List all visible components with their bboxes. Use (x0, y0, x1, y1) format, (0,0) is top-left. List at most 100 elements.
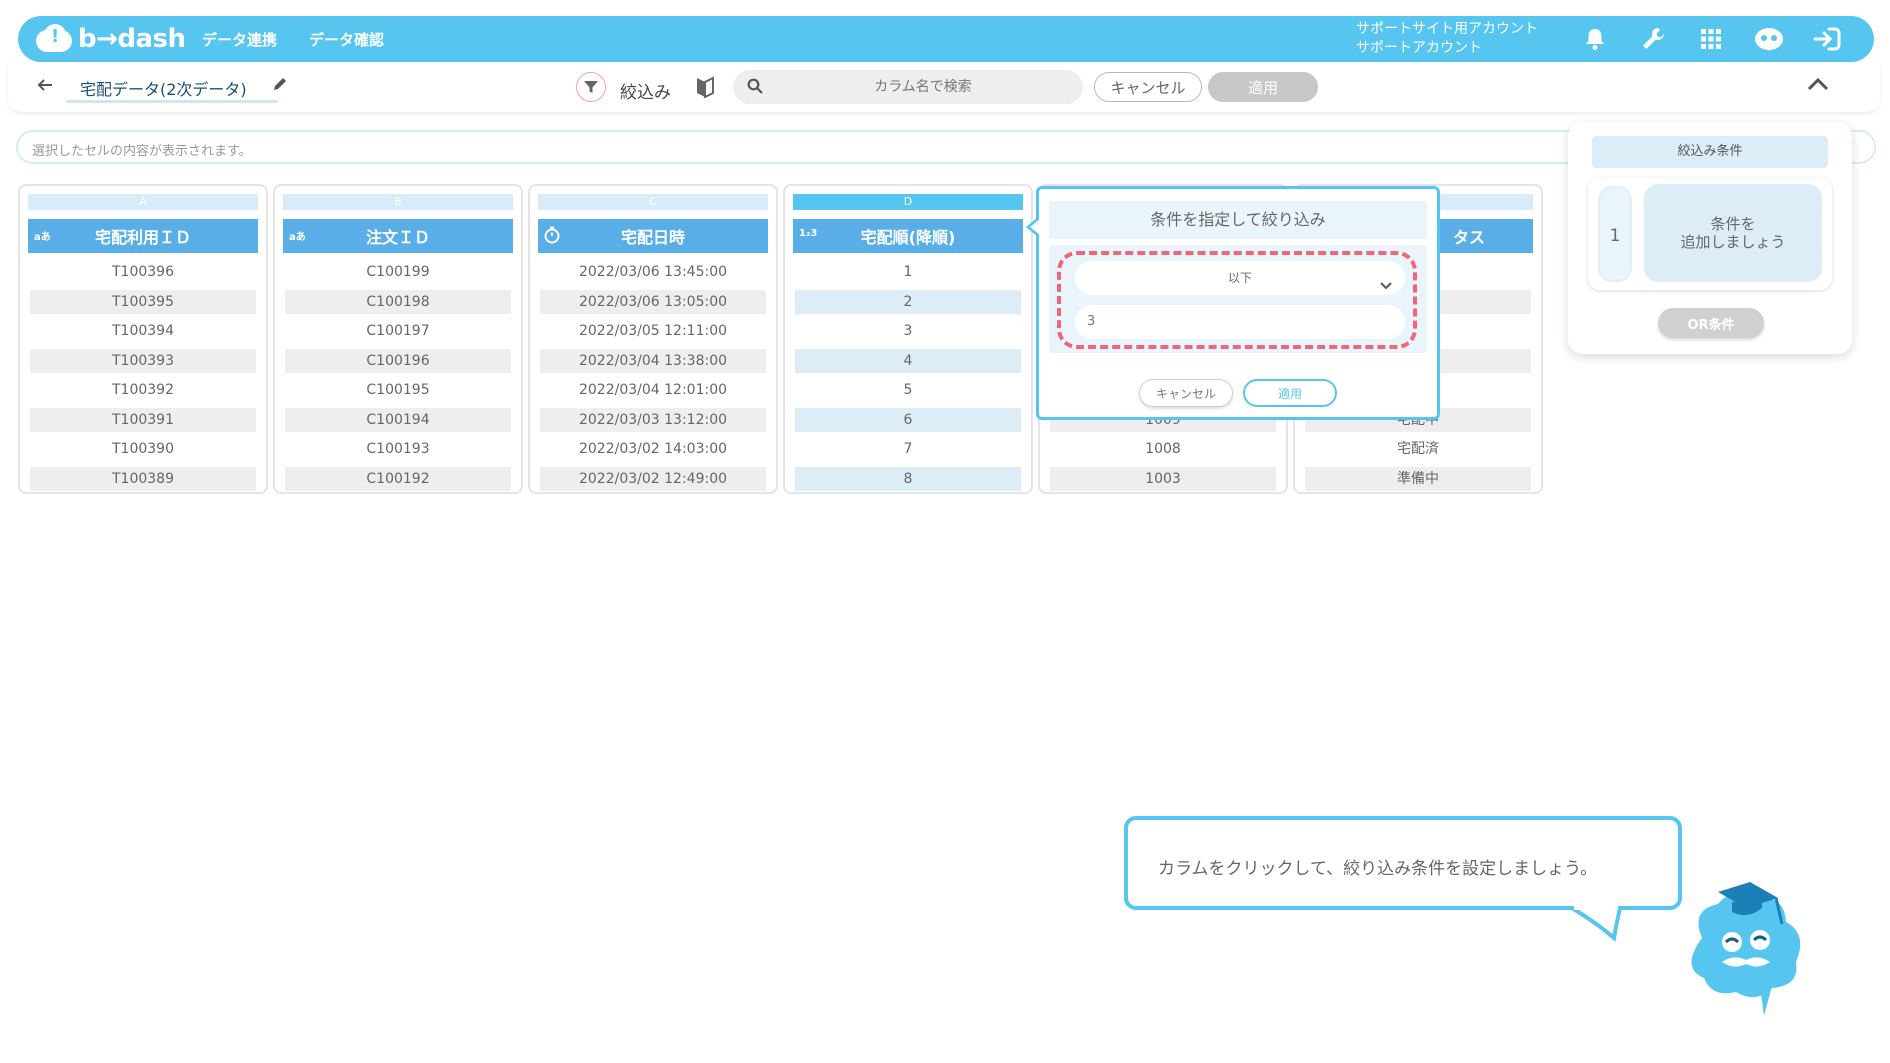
table-cell[interactable]: 1 (795, 260, 1021, 284)
filter-conditions-panel: 絞込み条件 1 条件を 追加しましょう OR条件 (1568, 122, 1852, 354)
table-cell[interactable]: 6 (795, 407, 1021, 432)
table-cell[interactable]: T100394 (30, 319, 256, 343)
bell-icon[interactable] (1578, 24, 1612, 54)
account-type: サポートサイト用アカウント (1356, 21, 1538, 37)
column-header[interactable]: 宅配日時 (538, 219, 768, 253)
table-cell[interactable]: C100192 (285, 466, 511, 491)
table-cell[interactable]: T100395 (30, 289, 256, 314)
table-cell[interactable]: 4 (795, 348, 1021, 373)
cancel-button[interactable]: キャンセル (1094, 72, 1202, 102)
table-cell[interactable]: 2022/03/06 13:05:00 (540, 289, 766, 314)
table-cell[interactable]: T100392 (30, 378, 256, 402)
table-cell[interactable]: 2022/03/05 12:11:00 (540, 319, 766, 343)
header-icons (1578, 24, 1844, 54)
condition-group-card: 1 条件を 追加しましょう (1588, 178, 1832, 290)
logo-text: b→dash (78, 24, 186, 54)
table-cell[interactable]: C100193 (285, 437, 511, 461)
table-cell[interactable]: 準備中 (1305, 466, 1531, 491)
bubble-tail (1570, 906, 1622, 942)
table-cell[interactable]: C100197 (285, 319, 511, 343)
table-cell[interactable]: 2 (795, 289, 1021, 314)
column-search-input[interactable] (773, 70, 1073, 104)
table-cell[interactable]: T100393 (30, 348, 256, 373)
add-condition-button[interactable]: 条件を 追加しましょう (1644, 184, 1822, 282)
table-cell[interactable]: C100195 (285, 378, 511, 402)
beginner-mark-icon[interactable] (696, 76, 714, 99)
table-cell[interactable]: 3 (795, 319, 1021, 343)
table-cell[interactable]: 宅配済 (1305, 437, 1531, 461)
toolbar: 宅配データ(2次データ) 絞込み キャンセル 適用 (8, 62, 1880, 112)
nav-data-check[interactable]: データ確認 (309, 29, 384, 50)
column-name: タス (1453, 228, 1486, 247)
table-cell[interactable]: 2022/03/04 12:01:00 (540, 378, 766, 402)
column-name: 宅配利用ＩＤ (94, 228, 191, 247)
back-arrow-icon[interactable] (36, 76, 56, 96)
popover-apply-button[interactable]: 適用 (1243, 379, 1337, 407)
account-info[interactable]: サポートサイト用アカウント サポートアカウント (1356, 20, 1538, 58)
column-letter: D (793, 194, 1023, 210)
table-cell[interactable]: 1003 (1050, 466, 1276, 491)
or-condition-button[interactable]: OR条件 (1658, 308, 1764, 338)
column-letter: A (28, 194, 258, 210)
chevron-up-icon[interactable] (1806, 76, 1830, 96)
text-type-icon: aあ (34, 232, 51, 243)
cell-content-placeholder: 選択したセルの内容が表示されます。 (32, 144, 252, 159)
popover-title: 条件を指定して絞り込み (1049, 201, 1427, 239)
logout-icon[interactable] (1810, 24, 1844, 54)
apps-grid-icon[interactable] (1694, 24, 1728, 54)
table-cell[interactable]: 2022/03/02 12:49:00 (540, 466, 766, 491)
column-name: 宅配順(降順) (860, 228, 956, 247)
table-cell[interactable]: C100198 (285, 289, 511, 314)
column-name: 注文ＩＤ (365, 228, 430, 247)
table-cell[interactable]: T100389 (30, 466, 256, 491)
column-letter: C (538, 194, 768, 210)
table-cell[interactable]: 2022/03/06 13:45:00 (540, 260, 766, 284)
add-condition-text: 条件を (1710, 215, 1756, 233)
column-a[interactable]: A aあ 宅配利用ＩＤ T100396 T100395 T100394 T100… (18, 184, 268, 494)
column-header[interactable]: aあ 宅配利用ＩＤ (28, 219, 258, 253)
column-header[interactable]: aあ 注文ＩＤ (283, 219, 513, 253)
timer-icon (543, 226, 561, 244)
dataset-title[interactable]: 宅配データ(2次データ) (80, 76, 247, 100)
top-header: ! b→dash データ連携 データ確認 サポートサイト用アカウント サポートア… (18, 16, 1874, 62)
table-cell[interactable]: 2022/03/03 13:12:00 (540, 407, 766, 432)
table-cell[interactable]: C100199 (285, 260, 511, 284)
table-cell[interactable]: C100194 (285, 407, 511, 432)
table-cell[interactable]: 7 (795, 437, 1021, 461)
condition-group-number: 1 (1598, 186, 1632, 282)
column-letter: B (283, 194, 513, 210)
column-b[interactable]: B aあ 注文ＩＤ C100199 C100198 C100197 C10019… (273, 184, 523, 494)
popover-cancel-button[interactable]: キャンセル (1139, 379, 1233, 407)
search-icon (747, 78, 765, 96)
nav-data-integration[interactable]: データ連携 (202, 29, 277, 50)
text-type-icon: aあ (289, 232, 306, 243)
title-underline (66, 100, 278, 103)
table-cell[interactable]: T100396 (30, 260, 256, 284)
column-c[interactable]: C 宅配日時 2022/03/06 13:45:00 2022/03/06 13… (528, 184, 778, 494)
column-header[interactable]: 1₂3 宅配順(降順) (793, 219, 1023, 253)
table-cell[interactable]: 1008 (1050, 437, 1276, 461)
mascot-help-icon[interactable] (1752, 24, 1786, 54)
top-nav: データ連携 データ確認 (202, 29, 384, 50)
table-cell[interactable]: 8 (795, 466, 1021, 491)
table-cell[interactable]: T100391 (30, 407, 256, 432)
operator-select[interactable]: 以下 (1075, 261, 1405, 295)
filter-icon[interactable] (576, 72, 606, 102)
table-cell[interactable]: 2022/03/04 13:38:00 (540, 348, 766, 373)
table-cell[interactable]: 5 (795, 378, 1021, 402)
conditions-panel-title: 絞込み条件 (1592, 136, 1828, 168)
logo[interactable]: ! b→dash (34, 21, 186, 57)
chevron-down-icon (1379, 271, 1393, 290)
add-condition-text: 追加しましょう (1680, 233, 1786, 251)
account-name: サポートアカウント (1356, 40, 1482, 56)
table-cell[interactable]: C100196 (285, 348, 511, 373)
wrench-icon[interactable] (1636, 24, 1670, 54)
condition-value-input[interactable]: 3 (1075, 305, 1405, 339)
table-cell[interactable]: 2022/03/02 14:03:00 (540, 437, 766, 461)
edit-pencil-icon[interactable] (272, 76, 290, 94)
column-d[interactable]: D 1₂3 宅配順(降順) 1 2 3 4 5 6 7 8 (783, 184, 1033, 494)
guide-message: カラムをクリックして、絞り込み条件を設定しましょう。 (1158, 859, 1598, 879)
apply-button[interactable]: 適用 (1208, 72, 1318, 102)
number-type-icon: 1₂3 (799, 228, 818, 239)
table-cell[interactable]: T100390 (30, 437, 256, 461)
